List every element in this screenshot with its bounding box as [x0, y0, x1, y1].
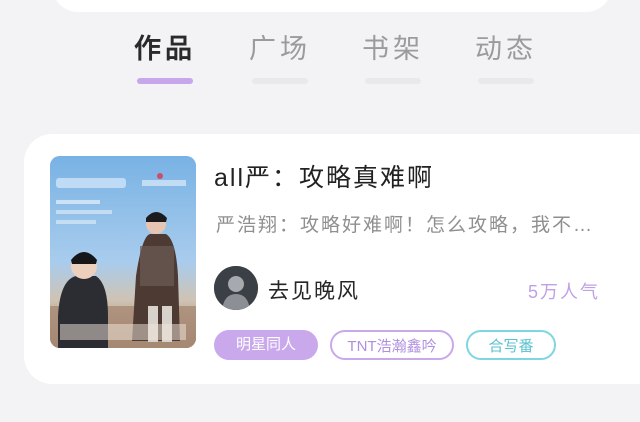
book-cover-image[interactable] [50, 156, 196, 348]
tab-feed[interactable]: 动态 [461, 32, 551, 84]
book-title[interactable]: all严：攻略真难啊 [214, 158, 434, 194]
book-description: 严浩翔：攻略好难啊！怎么攻略，我不… [216, 215, 595, 236]
tab-feed-label: 动态 [475, 34, 537, 64]
author-avatar[interactable] [214, 266, 258, 310]
tag-celebrity-fanfic[interactable]: 明星同人 [214, 330, 318, 360]
tag-tnt-pairing[interactable]: TNT浩瀚鑫吟 [330, 330, 454, 360]
tab-bookshelf-indicator [365, 78, 421, 84]
book-card[interactable]: all严：攻略真难啊 严浩翔：攻略好难啊！怎么攻略，我不… 去见晚风 5万人气 … [24, 134, 640, 384]
tab-square-label: 广场 [249, 34, 311, 64]
tab-square-indicator [252, 78, 308, 84]
tab-bookshelf[interactable]: 书架 [348, 32, 438, 84]
popularity-count: 5万人气 [528, 282, 601, 302]
author-name[interactable]: 去见晚风 [268, 275, 360, 305]
tab-square[interactable]: 广场 [235, 32, 325, 84]
tab-works-label: 作品 [134, 34, 196, 64]
tab-bar: 作品 广场 书架 动态 [0, 22, 640, 92]
tag-collab[interactable]: 合写番 [466, 330, 556, 360]
top-card [52, 0, 612, 12]
tab-bookshelf-label: 书架 [362, 34, 424, 64]
tab-feed-indicator [478, 78, 534, 84]
tab-works-indicator [137, 78, 193, 84]
tab-works[interactable]: 作品 [120, 32, 210, 84]
